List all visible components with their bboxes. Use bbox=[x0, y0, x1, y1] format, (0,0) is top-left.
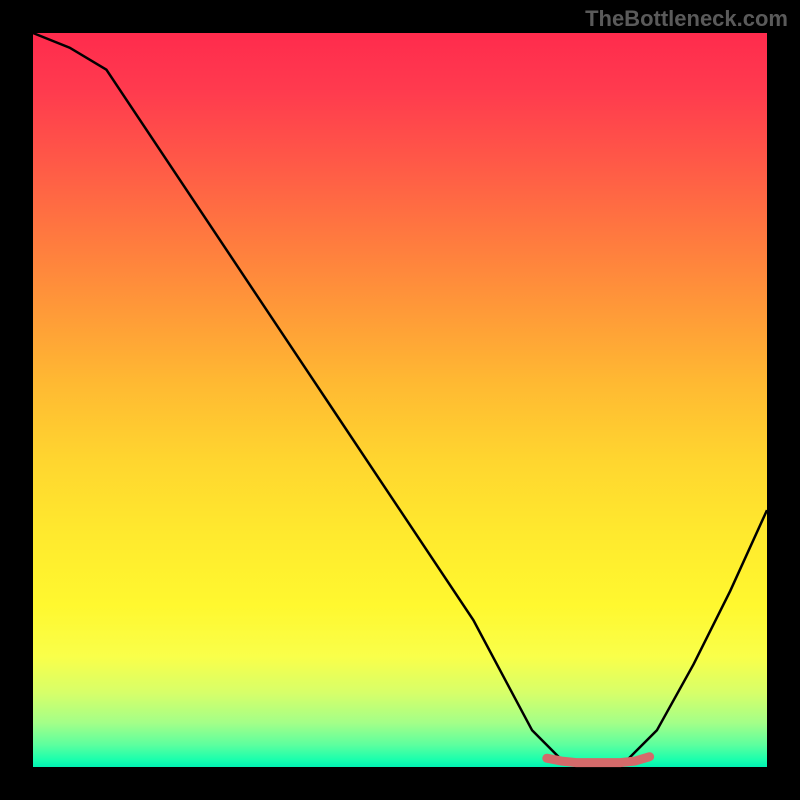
chart-frame: TheBottleneck.com bbox=[0, 0, 800, 800]
watermark-text: TheBottleneck.com bbox=[585, 6, 788, 32]
chart-plot-area bbox=[33, 33, 767, 767]
